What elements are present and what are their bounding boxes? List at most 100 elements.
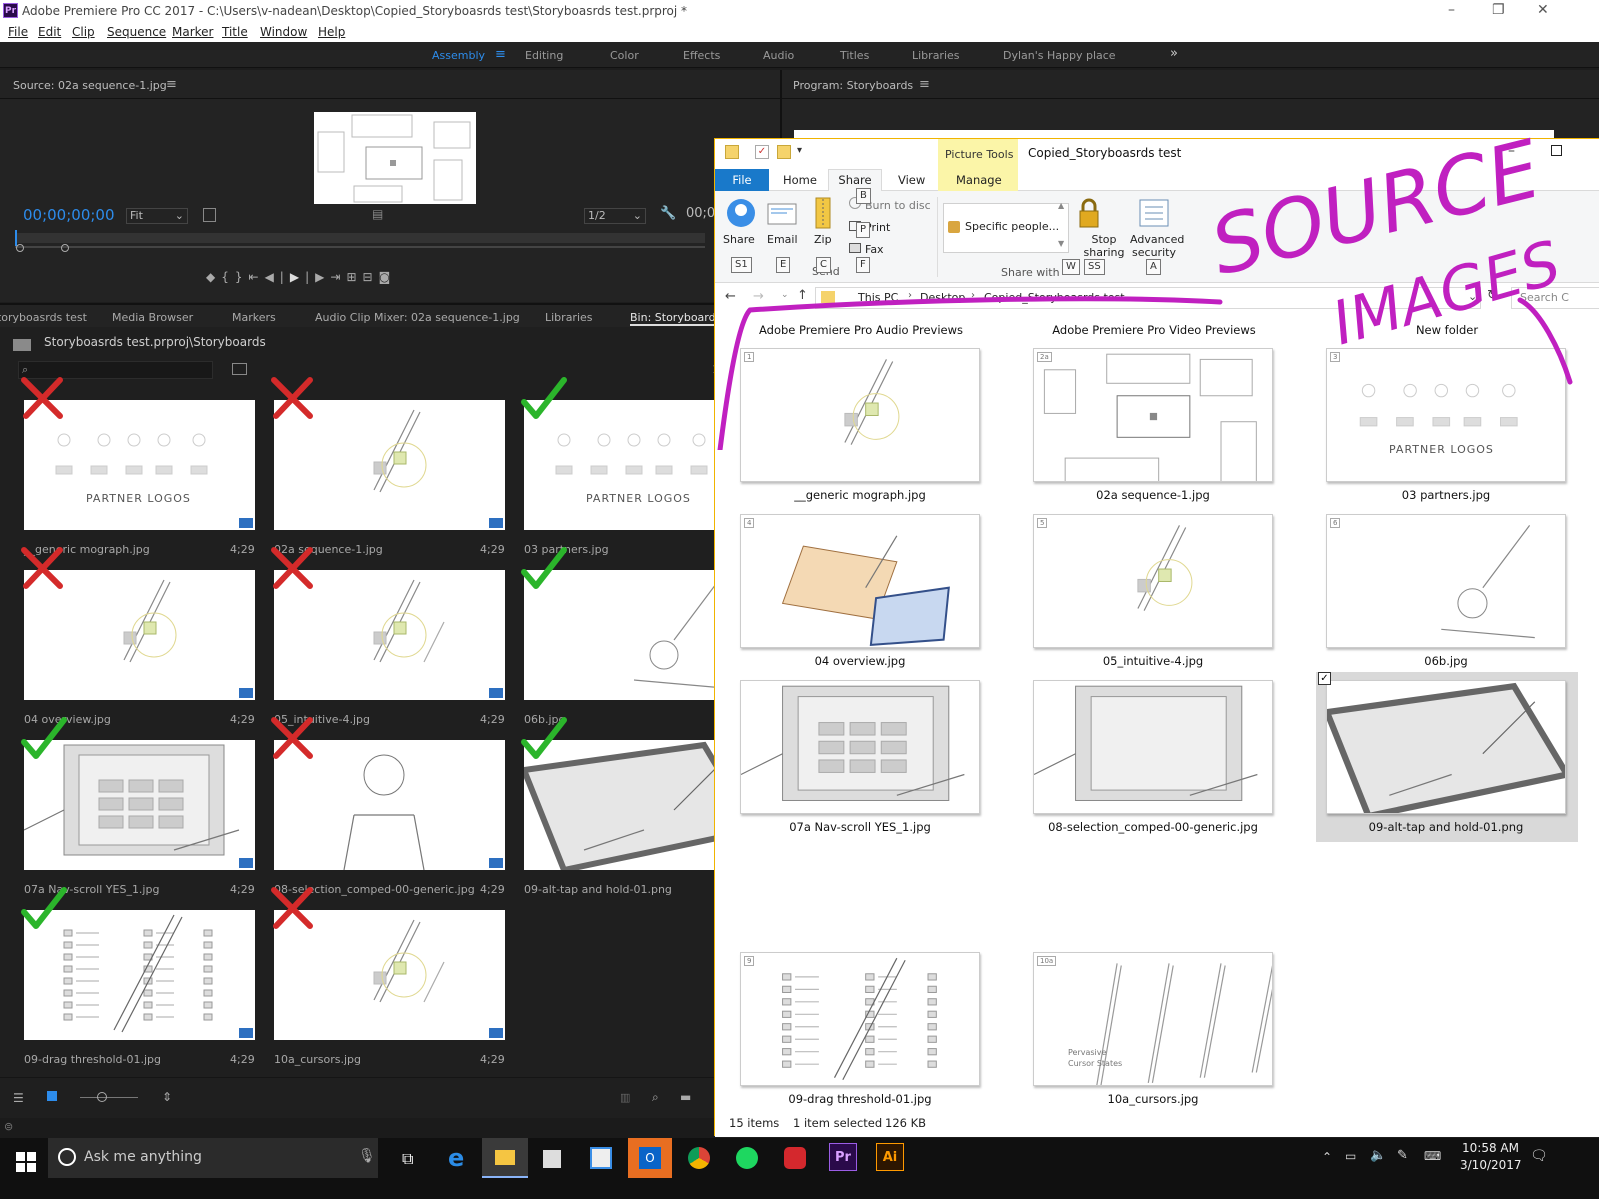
bin-item[interactable]: 04 overview.jpg 4;29	[21, 547, 264, 735]
automate-icon[interactable]: ▥	[620, 1091, 630, 1104]
workspace-overflow-button[interactable]: »	[1170, 46, 1178, 61]
menu-title[interactable]: Title	[222, 25, 248, 39]
app-icon[interactable]	[590, 1147, 612, 1169]
file-item[interactable]: 08-selection_comped-00-generic.jpg	[1033, 680, 1275, 840]
workspace-assembly[interactable]: Assembly	[432, 49, 485, 62]
source-playhead[interactable]	[15, 230, 17, 246]
source-zoom-bar[interactable]	[15, 246, 705, 248]
pen-icon[interactable]: ✎	[1397, 1148, 1408, 1163]
step-back-icon[interactable]: ◀|	[265, 270, 290, 284]
task-view-icon[interactable]: ⧉	[402, 1149, 413, 1169]
list-view-icon[interactable]: ☰	[13, 1091, 24, 1105]
bin-item[interactable]: 02a sequence-1.jpg 4;29	[271, 377, 514, 565]
bin-item[interactable]: 10a_cursors.jpg 4;29	[271, 887, 514, 1075]
source-panel-menu-icon[interactable]: ≡	[166, 77, 177, 92]
tab-audio-clip-mixer[interactable]: Audio Clip Mixer: 02a sequence-1.jpg	[315, 311, 520, 324]
spotify-icon[interactable]	[736, 1147, 758, 1169]
file-item[interactable]: ✓ 09-alt-tap and hold-01.png	[1316, 672, 1578, 842]
windows-start-icon[interactable]	[16, 1152, 36, 1172]
bin-item-thumbnail[interactable]: PARTNER LOGOS	[24, 400, 255, 530]
workspace-menu-icon[interactable]: ≡	[495, 47, 506, 62]
zoom-handle-right[interactable]	[61, 244, 69, 252]
zoom-slider[interactable]	[80, 1097, 138, 1098]
film-icon[interactable]: ▤	[372, 207, 383, 221]
menu-help[interactable]: Help	[318, 25, 345, 39]
bin-item-thumbnail[interactable]	[24, 910, 255, 1040]
microphone-icon[interactable]: 🎙	[358, 1148, 376, 1164]
bin-item[interactable]: 08-selection_comped-00-generic.jpg 4;29	[271, 717, 514, 905]
file-explorer-taskbar-icon[interactable]	[482, 1138, 528, 1178]
chrome-icon[interactable]	[688, 1147, 710, 1169]
tab-markers[interactable]: Markers	[232, 311, 276, 324]
illustrator-taskbar-icon[interactable]: Ai	[876, 1143, 904, 1171]
volume-icon[interactable]: 🔈	[1370, 1148, 1386, 1163]
file-item[interactable]: 5 05_intuitive-4.jpg	[1033, 514, 1275, 674]
mark-out-icon[interactable]: }	[235, 270, 249, 284]
file-item[interactable]: 9 09-drag threshold-01.jpg	[740, 952, 982, 1112]
wrench-icon[interactable]: 🔧	[660, 206, 676, 221]
go-to-out-icon[interactable]: ⇥	[330, 270, 346, 284]
step-forward-icon[interactable]: |▶	[305, 270, 330, 284]
file-thumbnail[interactable]: 10a Pervasive Cursor States	[1033, 952, 1273, 1086]
file-thumbnail[interactable]: 4	[740, 514, 980, 648]
file-item[interactable]: 07a Nav-scroll YES_1.jpg	[740, 680, 982, 840]
source-timecode[interactable]: 00;00;00;00	[23, 206, 115, 224]
workspace-dylans-happy-place[interactable]: Dylan's Happy place	[1003, 49, 1116, 62]
selection-checkbox[interactable]: ✓	[1318, 672, 1331, 685]
tab-libraries[interactable]: Libraries	[545, 311, 593, 324]
workspace-color[interactable]: Color	[610, 49, 639, 62]
file-thumbnail[interactable]	[740, 680, 980, 814]
mark-in-icon[interactable]: {	[221, 270, 235, 284]
folder-up-icon[interactable]	[13, 339, 31, 351]
find-icon[interactable]: ⌕	[652, 1090, 659, 1105]
minimize-button[interactable]: –	[1448, 2, 1455, 18]
go-to-in-icon[interactable]: ⇤	[249, 270, 265, 284]
show-hidden-icons-icon[interactable]: ⌃	[1322, 1150, 1332, 1164]
bin-search-input[interactable]: ⌕	[18, 361, 213, 379]
overwrite-icon[interactable]: ⊟	[363, 270, 379, 284]
bin-item[interactable]: PARTNER LOGOS __generic mograph.jpg 4;29	[21, 377, 264, 565]
icon-view-icon[interactable]	[47, 1091, 57, 1101]
outlook-taskbar-icon[interactable]: O	[628, 1138, 672, 1178]
workspace-libraries[interactable]: Libraries	[912, 49, 960, 62]
file-item[interactable]: 6 06b.jpg	[1326, 514, 1568, 674]
new-search-bin-icon[interactable]	[232, 363, 247, 375]
menu-edit[interactable]: Edit	[38, 25, 61, 39]
workspace-audio[interactable]: Audio	[763, 49, 794, 62]
bin-item[interactable]: 05_intuitive-4.jpg 4;29	[271, 547, 514, 735]
clock-time[interactable]: 10:58 AM	[1462, 1141, 1519, 1155]
source-timeline-ruler[interactable]	[15, 233, 705, 243]
file-thumbnail[interactable]	[1033, 680, 1273, 814]
store-icon[interactable]	[543, 1150, 561, 1168]
marker-icon[interactable]: ◆	[206, 270, 221, 284]
clock-date[interactable]: 3/10/2017	[1460, 1158, 1522, 1172]
bin-item-thumbnail[interactable]	[274, 740, 505, 870]
workspace-effects[interactable]: Effects	[683, 49, 720, 62]
file-item[interactable]: 4 04 overview.jpg	[740, 514, 982, 674]
file-thumbnail[interactable]: 6	[1326, 514, 1566, 648]
workspace-titles[interactable]: Titles	[840, 49, 869, 62]
action-center-icon[interactable]: 🗨	[1530, 1148, 1548, 1164]
insert-icon[interactable]: ⊞	[346, 270, 362, 284]
bin-item[interactable]: 09-drag threshold-01.jpg 4;29	[21, 887, 264, 1075]
program-panel-menu-icon[interactable]: ≡	[919, 77, 930, 92]
zoom-slider-handle[interactable]	[97, 1092, 107, 1102]
premiere-taskbar-icon[interactable]: Pr	[829, 1143, 857, 1171]
close-button[interactable]: ✕	[1537, 2, 1549, 18]
file-thumbnail[interactable]	[1326, 680, 1566, 814]
workspace-editing[interactable]: Editing	[525, 49, 563, 62]
file-thumbnail[interactable]: 9	[740, 952, 980, 1086]
tab-media-browser[interactable]: Media Browser	[112, 311, 193, 324]
menu-clip[interactable]: Clip	[72, 25, 95, 39]
sort-icon[interactable]: ⇕	[162, 1090, 172, 1104]
menu-window[interactable]: Window	[260, 25, 307, 39]
menu-marker[interactable]: Marker	[172, 25, 213, 39]
bin-item-thumbnail[interactable]	[24, 740, 255, 870]
export-frame-icon[interactable]: ◙	[379, 270, 397, 284]
bin-item-thumbnail[interactable]	[274, 570, 505, 700]
keyboard-icon[interactable]: ⌨	[1424, 1149, 1441, 1163]
bin-item-thumbnail[interactable]	[274, 400, 505, 530]
tab-project[interactable]: Storyboasrds test	[0, 311, 87, 324]
cortana-search-box[interactable]: Ask me anything 🎙	[48, 1138, 378, 1178]
network-icon[interactable]: ▭	[1345, 1149, 1356, 1163]
